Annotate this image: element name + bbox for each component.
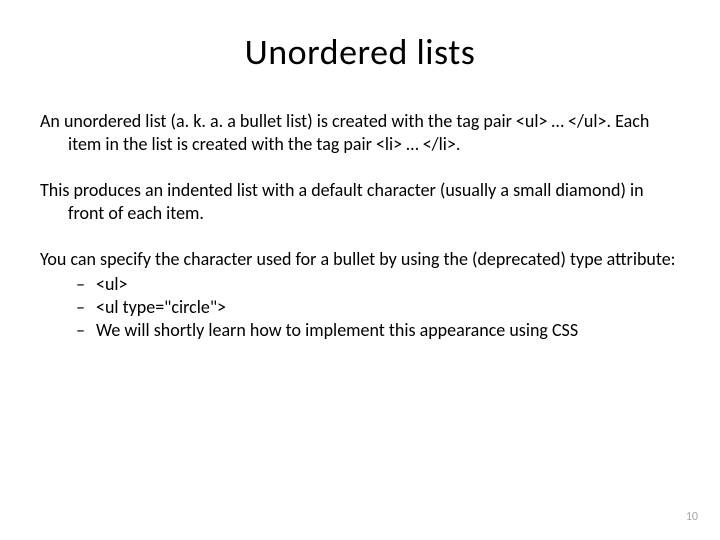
bullet-list: <ul> <ul type="circle"> We will shortly … <box>40 273 680 343</box>
list-item: We will shortly learn how to implement t… <box>96 319 680 342</box>
slide-title: Unordered lists <box>40 30 680 74</box>
paragraph-2: This produces an indented list with a de… <box>40 179 680 224</box>
paragraph-3: You can specify the character used for a… <box>40 248 680 343</box>
slide-container: Unordered lists An unordered list (a. k.… <box>0 0 720 540</box>
slide-body: An unordered list (a. k. a. a bullet lis… <box>40 110 680 343</box>
page-number: 10 <box>686 510 698 524</box>
list-item: <ul type="circle"> <box>96 296 680 319</box>
list-item: <ul> <box>96 273 680 296</box>
paragraph-3-lead: You can specify the character used for a… <box>40 248 680 271</box>
paragraph-1: An unordered list (a. k. a. a bullet lis… <box>40 110 680 155</box>
